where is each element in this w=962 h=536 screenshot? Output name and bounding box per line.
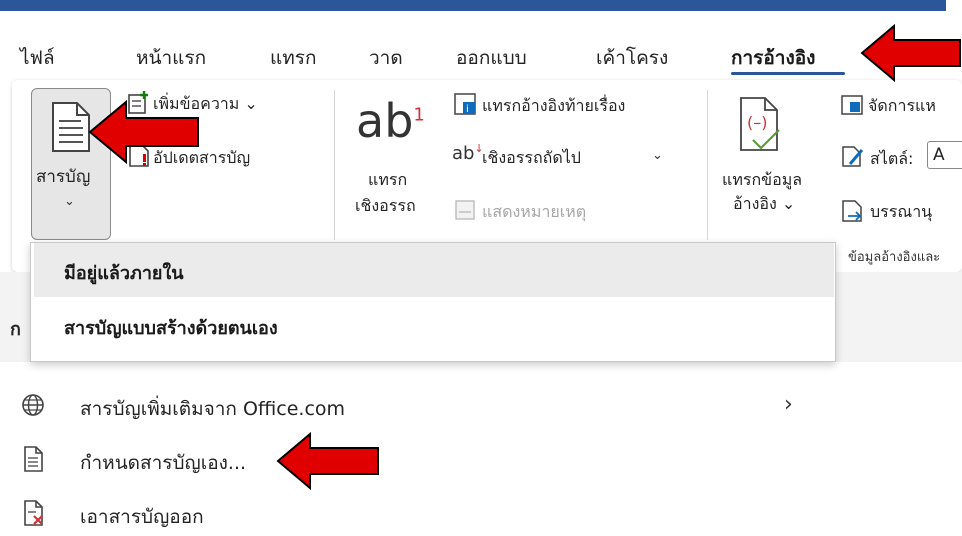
chevron-down-icon[interactable]: ⌄	[652, 148, 663, 163]
menu-item-label: กำหนดสารบัญเอง...	[80, 452, 247, 474]
annotation-arrow-icon	[860, 23, 961, 83]
active-tab-indicator	[731, 72, 845, 75]
manual-header: สารบัญแบบสร้างด้วยตนเอง	[64, 318, 278, 339]
style-select[interactable]: A	[927, 141, 962, 169]
menu-item-custom-toc[interactable]: กำหนดสารบัญเอง...	[0, 440, 860, 482]
document-text-fragment: ก	[10, 319, 21, 340]
style-label: สไตล์:	[870, 149, 914, 168]
tab-draw[interactable]: วาด	[369, 43, 403, 73]
svg-text:i: i	[466, 104, 469, 115]
chevron-down-icon: ⌄	[64, 194, 75, 209]
group-separator	[334, 90, 335, 240]
menu-item-label: เอาสารบัญออก	[80, 506, 204, 528]
tab-layout[interactable]: เค้าโครง	[596, 43, 668, 73]
insert-citation-label-1[interactable]: แทรกข้อมูล	[722, 168, 802, 193]
tab-file[interactable]: ไฟล์	[20, 43, 55, 73]
document-icon	[24, 446, 43, 472]
table-of-contents-icon	[52, 102, 90, 152]
insert-footnote-icon: ab1	[356, 94, 425, 148]
svg-text:(–): (–)	[747, 113, 767, 132]
annotation-arrow-icon	[88, 99, 199, 165]
insert-citation-icon: (–)	[740, 97, 780, 151]
insert-footnote-label-1[interactable]: แทรก	[368, 168, 407, 193]
bibliography-button[interactable]: บรรณานุ	[870, 200, 932, 225]
insert-footnote-label-2[interactable]: เชิงอรรถ	[355, 194, 416, 219]
annotation-arrow-icon	[276, 431, 379, 491]
menu-item-more-toc[interactable]: สารบัญเพิ่มเติมจาก Office.com ›	[0, 386, 860, 428]
title-bar-accent	[0, 0, 946, 11]
tab-home[interactable]: หน้าแรก	[136, 43, 206, 73]
tab-references[interactable]: การอ้างอิง	[731, 43, 815, 73]
bibliography-icon	[842, 200, 862, 222]
ribbon-tabs: ไฟล์ หน้าแรก แทรก วาด ออกแบบ เค้าโครง กา…	[0, 13, 962, 77]
chevron-down-icon: ⌄	[781, 194, 796, 213]
chevron-down-icon: ⌄	[244, 94, 258, 113]
builtin-header: มีอยู่แล้วภายใน	[64, 263, 184, 284]
tab-design[interactable]: ออกแบบ	[456, 43, 527, 73]
next-footnote-icon: ab↓	[452, 142, 484, 164]
footnote-superscript: 1	[413, 104, 425, 126]
insert-citation-label-text: อ้างอิง	[733, 194, 777, 213]
group-separator	[707, 90, 708, 240]
show-notes-button[interactable]: แสดงหมายเหตุ	[482, 200, 586, 225]
title-bar	[0, 0, 962, 13]
remove-document-icon	[24, 500, 43, 526]
insert-endnote-icon: i	[454, 93, 476, 115]
globe-icon	[22, 394, 44, 416]
group-label-citations: ข้อมูลอ้างอิงและ	[848, 250, 941, 265]
insert-endnote-button[interactable]: แทรกอ้างอิงท้ายเรื่อง	[482, 94, 625, 119]
show-notes-icon	[455, 200, 475, 220]
style-icon	[842, 146, 864, 167]
insert-citation-label-2[interactable]: อ้างอิง ⌄	[733, 192, 795, 217]
chevron-right-icon: ›	[784, 392, 793, 417]
manage-sources-button[interactable]: จัดการแห	[868, 94, 936, 119]
menu-item-label: สารบัญเพิ่มเติมจาก Office.com	[80, 398, 346, 420]
manage-sources-icon	[841, 95, 863, 115]
table-of-contents-label: สารบัญ	[36, 167, 91, 187]
next-footnote-button[interactable]: เชิงอรรถถัดไป	[482, 146, 581, 171]
tab-insert[interactable]: แทรก	[270, 43, 316, 73]
menu-item-remove-toc[interactable]: เอาสารบัญออก	[0, 494, 860, 536]
footnote-ab-text: ab	[356, 94, 414, 148]
